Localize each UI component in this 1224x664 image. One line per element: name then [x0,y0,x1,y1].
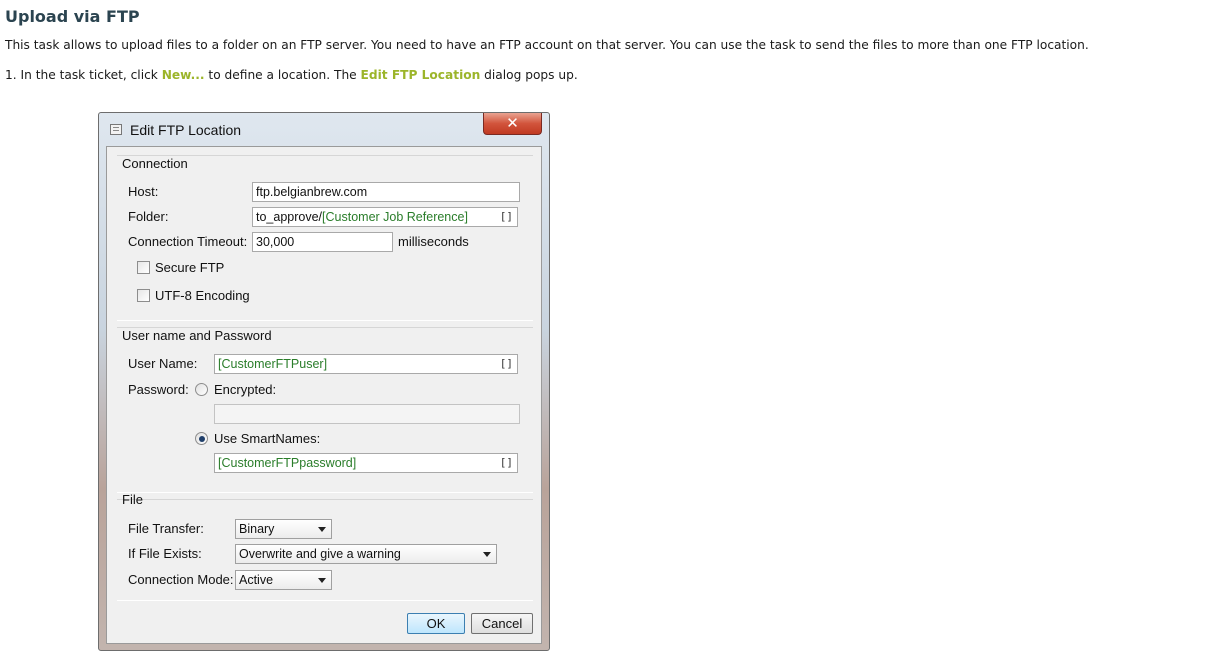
step-text-prefix: 1. In the task ticket, click [5,68,162,82]
timeout-label: Connection Timeout: [128,234,248,249]
username-label: User Name: [128,356,198,371]
folder-label: Folder: [128,209,169,224]
chevron-down-icon [318,578,326,583]
password-label: Password: [128,382,189,397]
secure-ftp-checkbox[interactable] [137,261,150,274]
dialog-content: Connection Host: ftp.belgianbrew.com Fol… [106,146,542,644]
title-bar[interactable]: Edit FTP Location ✕ [99,113,549,145]
file-transfer-label: File Transfer: [128,521,204,536]
use-smartnames-label[interactable]: Use SmartNames: [214,431,320,446]
timeout-unit: milliseconds [398,234,469,249]
connection-group-label: Connection [122,156,188,171]
timeout-value: 30,000 [256,235,295,249]
if-file-exists-select[interactable]: Overwrite and give a warning [235,544,497,564]
utf8-encoding-label[interactable]: UTF-8 Encoding [155,288,250,303]
step-text-mid: to define a location. The [204,68,361,82]
host-input[interactable]: ftp.belgianbrew.com [252,182,520,202]
smartname-picker-icon[interactable]: [] [500,355,513,373]
username-input[interactable]: [CustomerFTPuser] [] [214,354,518,374]
host-label: Host: [128,184,159,199]
use-smartnames-radio[interactable] [195,432,208,445]
close-button[interactable]: ✕ [483,113,542,135]
encrypted-label[interactable]: Encrypted: [214,382,276,397]
connection-mode-label: Connection Mode: [128,572,234,587]
connection-mode-select[interactable]: Active [235,570,332,590]
dialog-title: Edit FTP Location [130,122,242,138]
file-transfer-value: Binary [239,522,275,536]
intro-paragraph: This task allows to upload files to a fo… [5,38,1089,52]
page-title: Upload via FTP [5,7,140,26]
chevron-down-icon [318,527,326,532]
step-1: 1. In the task ticket, click New... to d… [5,68,578,82]
username-value: [CustomerFTPuser] [218,357,328,371]
edit-ftp-location-dialog: Edit FTP Location ✕ Connection Host: ftp… [98,112,550,651]
dialog-name-reference: Edit FTP Location [360,68,481,82]
smartname-picker-icon[interactable]: [] [500,454,513,472]
secure-ftp-label[interactable]: Secure FTP [155,260,224,275]
new-button-reference: New... [161,68,205,82]
file-group-label: File [122,492,143,507]
file-transfer-select[interactable]: Binary [235,519,332,539]
if-file-exists-value: Overwrite and give a warning [239,547,401,561]
timeout-input[interactable]: 30,000 [252,232,393,252]
close-icon: ✕ [506,114,519,132]
encrypted-radio[interactable] [195,383,208,396]
chevron-down-icon [483,552,491,557]
smartname-picker-icon[interactable]: [] [500,208,513,226]
folder-input[interactable]: to_approve/[Customer Job Reference] [] [252,207,518,227]
connection-mode-value: Active [239,573,274,587]
smartnames-password-input[interactable]: [CustomerFTPpassword] [] [214,453,518,473]
utf8-encoding-checkbox[interactable] [137,289,150,302]
ok-button[interactable]: OK [407,613,465,634]
folder-prefix: to_approve/ [256,210,323,224]
folder-smartname: [Customer Job Reference] [322,210,468,224]
credentials-group-label: User name and Password [122,328,272,343]
host-value: ftp.belgianbrew.com [256,185,368,199]
cancel-button[interactable]: Cancel [471,613,533,634]
window-icon [110,124,122,135]
if-file-exists-label: If File Exists: [128,546,202,561]
step-text-suffix: dialog pops up. [480,68,578,82]
encrypted-password-input[interactable] [214,404,520,424]
smartnames-password-value: [CustomerFTPpassword] [218,456,357,470]
